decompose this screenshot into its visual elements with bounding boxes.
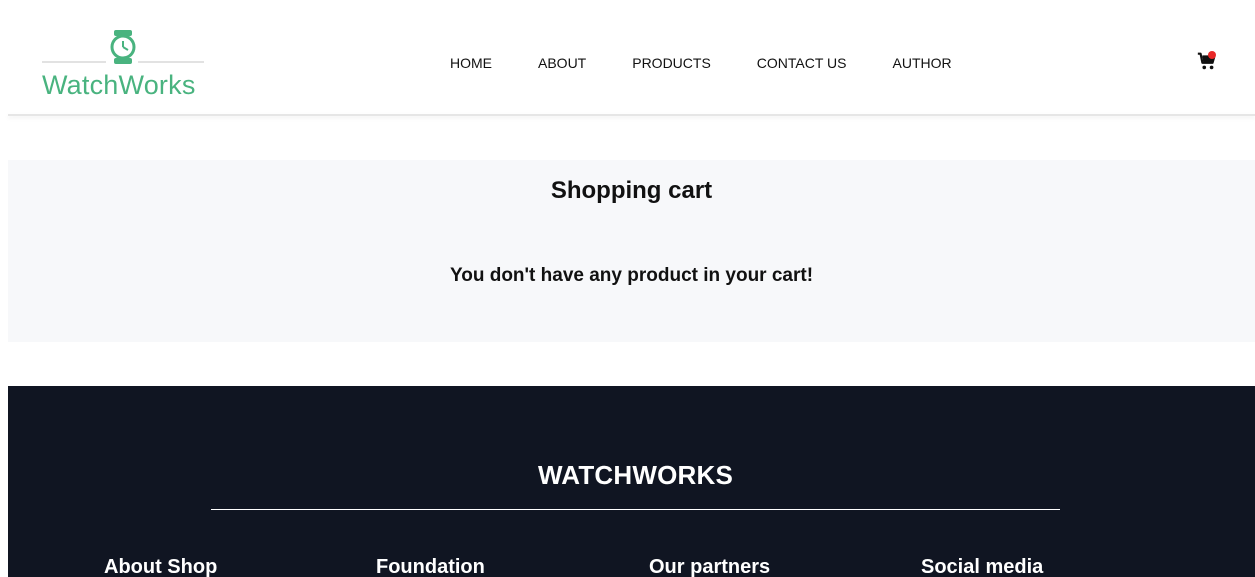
page-title: Shopping cart (550, 177, 713, 204)
footer-column-our-partners: Our partners (649, 556, 771, 577)
footer-column-foundation: Foundation (376, 556, 485, 577)
footer-divider (211, 509, 1060, 510)
cart-button[interactable] (1196, 50, 1218, 72)
footer-brand: WATCHWORKS (537, 460, 734, 490)
nav-about[interactable]: ABOUT (538, 55, 586, 75)
nav-contact-us[interactable]: CONTACT US (757, 55, 847, 75)
footer-column-social-media: Social media (921, 556, 1044, 577)
logo-text: WatchWorks (42, 70, 196, 100)
nav-author[interactable]: AUTHOR (893, 55, 952, 75)
nav-products[interactable]: PRODUCTS (632, 55, 711, 75)
header-divider (8, 114, 1255, 116)
site-footer: WATCHWORKS About Shop Foundation Our par… (8, 386, 1255, 577)
footer-column-about-shop: About Shop (104, 556, 218, 577)
main-nav: HOME ABOUT PRODUCTS CONTACT US AUTHOR (450, 55, 952, 75)
site-header: WatchWorks HOME ABOUT PRODUCTS CONTACT U… (0, 0, 1255, 116)
shopping-cart-section: Shopping cart You don't have any product… (8, 160, 1255, 342)
watch-icon (42, 30, 204, 64)
nav-home[interactable]: HOME (450, 55, 492, 75)
notification-dot-icon (1208, 51, 1216, 59)
empty-cart-message: You don't have any product in your cart! (449, 265, 814, 286)
site-logo[interactable]: WatchWorks (40, 28, 210, 104)
